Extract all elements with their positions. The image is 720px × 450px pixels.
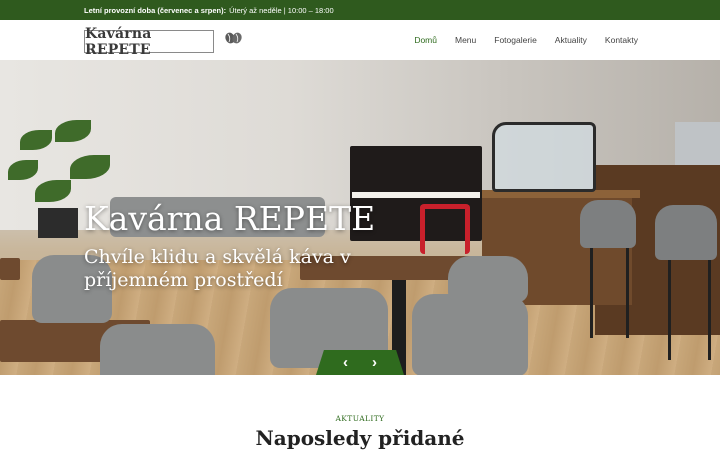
main-nav: Domů Menu Fotogalerie Aktuality Kontakty [414,20,638,60]
hero-photo-bar-stool-leg [708,260,711,360]
news-section-title: Naposledy přidané [255,426,465,450]
site-header: Kavárna REPETE Domů Menu Fotogalerie Akt… [0,20,720,60]
chevron-right-icon[interactable]: › [372,355,377,370]
site-logo[interactable]: Kavárna REPETE [84,26,242,58]
nav-item-news[interactable]: Aktuality [555,35,587,45]
nav-item-menu[interactable]: Menu [455,35,476,45]
hero-title: Kavárna REPETE [84,199,376,238]
hero-photo-red-chair [420,204,470,254]
hero-slider: Kavárna REPETE Chvíle klidu a skvělá káv… [0,60,720,375]
hero-photo-table [0,258,20,280]
nav-item-home[interactable]: Domů [414,35,437,45]
opening-hours-bar: Letní provozní doba (červenec a srpen): … [0,0,720,20]
coffee-beans-icon [225,32,242,44]
hero-photo-bar-stool-leg [668,260,671,360]
hero-photo-bar-stool-leg [626,248,629,338]
hero-photo-display-case [492,122,596,192]
hero-subtitle: Chvíle klidu a skvělá káva v příjemném p… [84,246,351,291]
hero-photo-bar-stool [580,200,636,248]
hero-photo-chair [448,256,528,302]
hero-photo-chair [412,294,528,375]
nav-item-contacts[interactable]: Kontakty [605,35,638,45]
logo-text: Kavárna REPETE [85,25,152,58]
hero-photo-chair [100,324,215,375]
hero-photo-bar-stool-leg [590,248,593,338]
opening-hours-value: Úterý až neděle | 10:00 – 18:00 [229,5,334,15]
nav-item-gallery[interactable]: Fotogalerie [494,35,537,45]
news-section-label: AKTUALITY [335,414,385,423]
hero-photo-piano-keys [352,192,480,198]
chevron-left-icon[interactable]: ‹ [343,355,348,370]
opening-hours-label: Letní provozní doba (červenec a srpen): [84,5,227,15]
hero-photo-bar-stool [655,205,717,260]
slider-controls: ‹ › [316,350,404,375]
hero-photo-plant-pot [38,208,78,238]
